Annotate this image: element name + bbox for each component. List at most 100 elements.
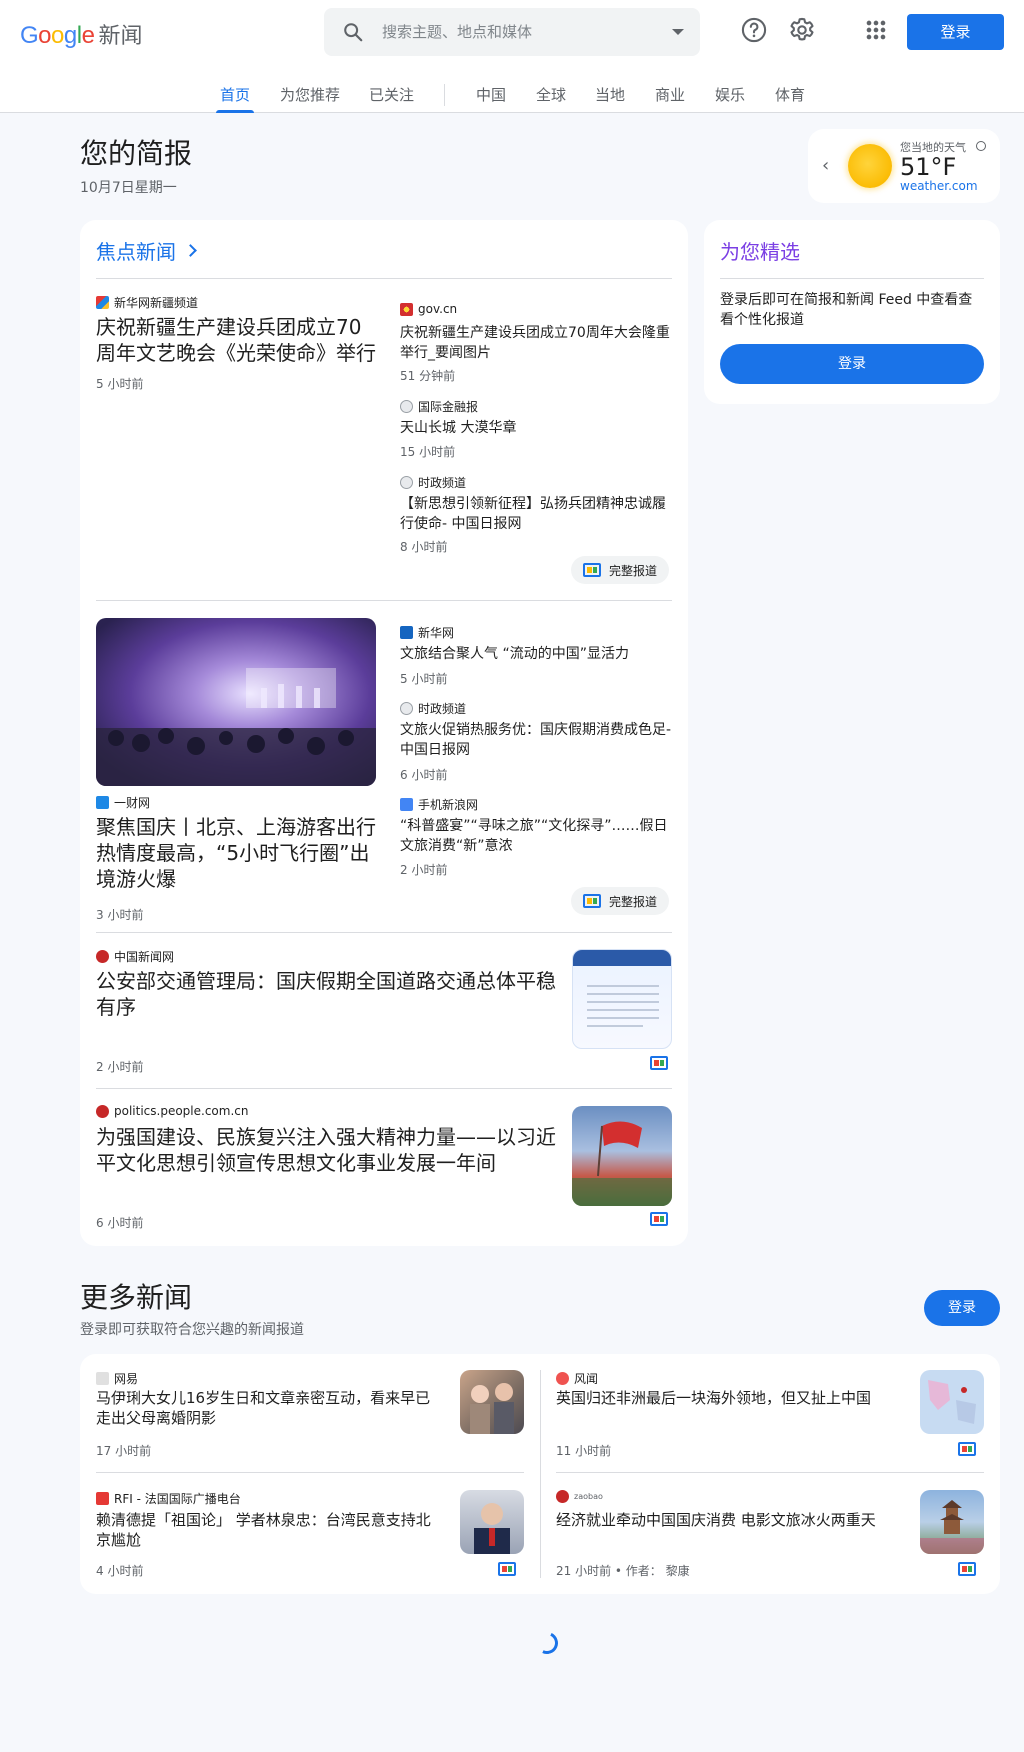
article-time: 4 小时前 [96, 1564, 144, 1578]
tab-entertainment[interactable]: 娱乐 [715, 84, 745, 112]
more-news-sign-in-button[interactable]: 登录 [924, 1290, 1000, 1326]
tab-china[interactable]: 中国 [476, 84, 506, 112]
article-image[interactable] [460, 1370, 524, 1434]
divider [720, 278, 984, 279]
apps-icon[interactable] [862, 16, 890, 44]
article-headline[interactable]: 文旅火促销热服务优：国庆假期消费成色足- 中国日报网 [400, 720, 674, 760]
tab-following[interactable]: 已关注 [369, 84, 414, 112]
full-coverage-icon[interactable] [958, 1562, 976, 1576]
article-time: 21 小时前 • 作者： 黎康 [556, 1564, 690, 1578]
topic-nav: 首页 为您推荐 已关注 中国 全球 当地 商业 娱乐 体育 [0, 84, 1024, 113]
article-headline[interactable]: 庆祝新疆生产建设兵团成立70周年文艺晚会《光荣使命》举行 [96, 314, 378, 366]
source-logo-icon [556, 1490, 569, 1503]
article-source[interactable]: 网易 [96, 1370, 138, 1387]
divider [96, 1088, 672, 1089]
search-options-caret-icon[interactable] [672, 29, 684, 35]
article-image[interactable] [572, 949, 672, 1049]
source-logo-icon [400, 798, 413, 811]
article-headline[interactable]: 文旅结合聚人气 “流动的中国”显活力 [400, 644, 674, 664]
article-time: 11 小时前 [556, 1444, 612, 1458]
briefing-title: 您的简报 [80, 137, 193, 170]
search-icon[interactable] [342, 21, 364, 43]
location-icon [976, 141, 986, 151]
flag-waving-image [572, 1121, 672, 1206]
article-headline[interactable]: 为强国建设、民族复兴注入强大精神力量——以习近平文化思想引领宣传思想文化事业发展… [96, 1124, 558, 1176]
article-headline[interactable]: 庆祝新疆生产建设兵团成立70周年大会隆重举行_要闻图片 [400, 323, 674, 363]
google-news-logo[interactable]: Google 新闻 [20, 18, 142, 50]
article-headline[interactable]: 【新思想引领新征程】弘扬兵团精神忠诚履行使命- 中国日报网 [400, 494, 674, 534]
weather-widget[interactable]: ‹ 您当地的天气 51°F weather.com [808, 129, 1000, 203]
article-source[interactable]: zaobao [556, 1490, 603, 1503]
picks-description: 登录后即可在简报和新闻 Feed 中查看查看个性化报道 [720, 292, 973, 328]
article-image[interactable] [96, 618, 376, 786]
google-wordmark: Google [20, 22, 95, 49]
source-logo-icon [96, 1104, 109, 1118]
article-headline[interactable]: 公安部交通管理局：国庆假期全国道路交通总体平稳有序 [96, 968, 558, 1020]
tab-for-you[interactable]: 为您推荐 [280, 84, 340, 112]
article-source[interactable]: gov.cn [400, 302, 457, 316]
article-headline[interactable]: 英国归还非洲最后一块海外领地，但又扯上中国 [556, 1388, 898, 1408]
divider [96, 1472, 524, 1473]
column-divider [540, 1370, 541, 1578]
full-coverage-icon[interactable] [650, 1212, 668, 1226]
help-icon[interactable] [740, 16, 768, 44]
article-source[interactable]: 新华网 [400, 624, 454, 641]
search-box[interactable] [324, 8, 700, 56]
concert-crowd-image [96, 668, 376, 786]
sign-in-button[interactable]: 登录 [907, 14, 1004, 50]
picks-title: 为您精选 [720, 240, 800, 264]
article-source[interactable]: 时政频道 [400, 700, 466, 717]
article-source[interactable]: RFI - 法国国际广播电台 [96, 1490, 241, 1507]
article-headline[interactable]: 赖清德提「祖国论」 学者林泉忠：台湾民意支持北京尴尬 [96, 1510, 438, 1550]
full-coverage-button[interactable]: 完整报道 [571, 887, 670, 915]
article-source[interactable]: 手机新浪网 [400, 796, 478, 813]
article-headline[interactable]: 马伊琍大女儿16岁生日和文章亲密互动，看来早已走出父母离婚阴影 [96, 1388, 438, 1428]
tab-local[interactable]: 当地 [595, 84, 625, 112]
top-stories-link[interactable]: 焦点新闻 [96, 236, 197, 265]
tab-sports[interactable]: 体育 [775, 84, 805, 112]
article-image[interactable] [460, 1490, 524, 1554]
article-image[interactable] [920, 1490, 984, 1554]
more-news-card: 网易 马伊琍大女儿16岁生日和文章亲密互动，看来早已走出父母离婚阴影 17 小时… [80, 1354, 1000, 1594]
full-coverage-icon[interactable] [650, 1056, 668, 1070]
article-source[interactable]: 一财网 [96, 794, 150, 811]
full-coverage-button[interactable]: 完整报道 [571, 556, 670, 584]
document-image [573, 950, 671, 1027]
article-image[interactable] [572, 1106, 672, 1206]
full-coverage-icon[interactable] [498, 1562, 516, 1576]
divider [556, 1472, 984, 1473]
article-time: 6 小时前 [96, 1216, 144, 1230]
article-time: 51 分钟前 [400, 369, 456, 383]
article-source[interactable]: 风闻 [556, 1370, 598, 1387]
article-time: 6 小时前 [400, 768, 448, 782]
app-header: Google 新闻 登录 首页 为您推荐 已关注 中国 全球 当地 商业 娱乐 … [0, 0, 1024, 113]
article-headline[interactable]: “科普盛宴”“寻味之旅”“文化探寻”……假日文旅消费“新”意浓 [400, 816, 674, 856]
chevron-left-icon[interactable]: ‹ [822, 155, 829, 176]
full-coverage-icon[interactable] [958, 1442, 976, 1456]
source-logo-icon [96, 1492, 109, 1505]
article-source[interactable]: 新华网新疆频道 [96, 294, 198, 311]
article-headline[interactable]: 天山长城 大漠华章 [400, 418, 674, 438]
article-headline[interactable]: 经济就业牵动中国国庆消费 电影文旅冰火两重天 [556, 1510, 898, 1530]
search-input[interactable] [382, 8, 652, 56]
tab-world[interactable]: 全球 [536, 84, 566, 112]
tab-home[interactable]: 首页 [215, 84, 255, 113]
sunny-icon [848, 144, 892, 188]
article-time: 15 小时前 [400, 445, 456, 459]
weather-source-link[interactable]: weather.com [900, 179, 978, 193]
nav-divider [444, 84, 445, 106]
article-source[interactable]: 时政频道 [400, 474, 466, 491]
article-time: 8 小时前 [400, 540, 448, 554]
globe-icon [400, 400, 413, 413]
article-source[interactable]: 中国新闻网 [96, 948, 174, 965]
loading-spinner-icon [532, 1628, 562, 1658]
article-source[interactable]: politics.people.com.cn [96, 1104, 248, 1118]
tab-business[interactable]: 商业 [655, 84, 685, 112]
globe-icon [400, 476, 413, 489]
article-image[interactable] [920, 1370, 984, 1434]
source-logo-icon [96, 950, 109, 963]
article-headline[interactable]: 聚焦国庆丨北京、上海游客出行热情度最高，“5小时飞行圈”出境游火爆 [96, 814, 378, 892]
picks-sign-in-button[interactable]: 登录 [720, 344, 984, 384]
settings-icon[interactable] [788, 16, 816, 44]
article-source[interactable]: 国际金融报 [400, 398, 478, 415]
